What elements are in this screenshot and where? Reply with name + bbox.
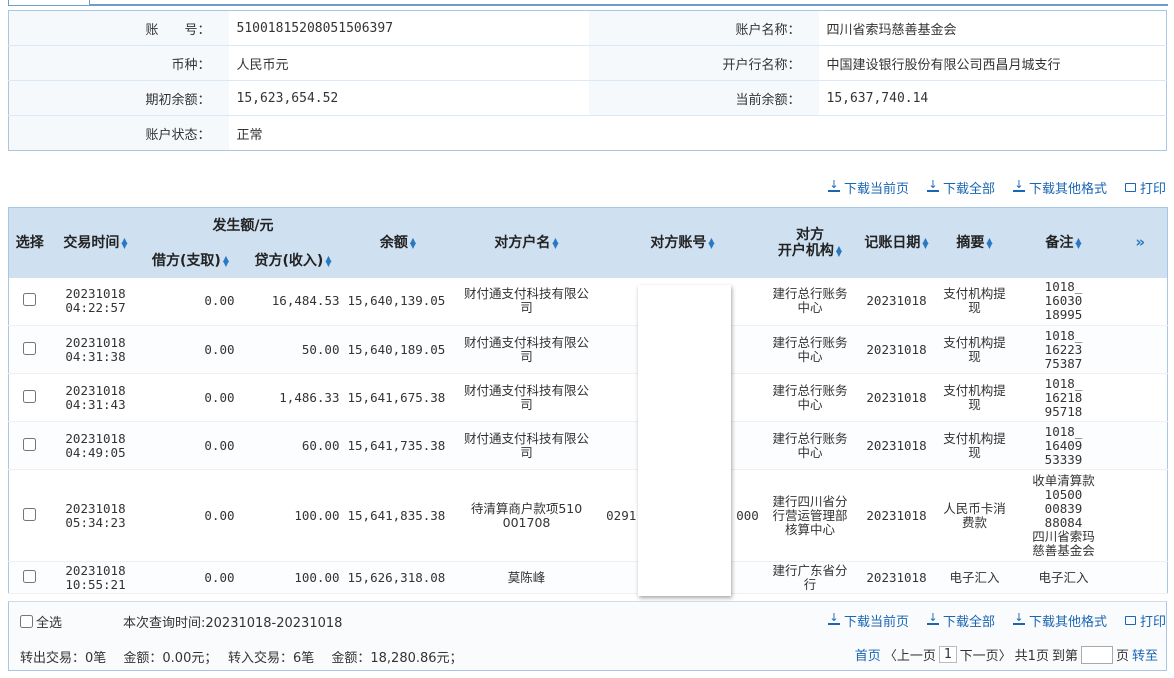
opening-balance-value: 15,623,654.52 [228,80,589,116]
query-time: 本次查询时间:20231018-20231018 [123,616,343,631]
table-row: 20231018 04:22:57 0.00 16,484.53 15,640,1… [8,277,1168,326]
current-balance-value: 15,637,740.14 [818,80,1167,116]
total-pages: 共1页 [1014,649,1049,664]
sort-icon: ▲ ▼ [986,235,993,250]
bank-name-label: 开户行名称： [588,45,819,81]
account-status-value: 正常 [236,127,263,143]
expand-columns-icon[interactable]: » [1113,207,1168,278]
download-icon [1012,612,1025,625]
goto-page-input[interactable] [1080,645,1113,664]
goto-label: 到第 [1051,649,1078,664]
table-row: 20231018 04:31:38 0.00 50.00 15,640,189.0… [8,325,1168,374]
printer-icon [1124,182,1136,192]
select-all-checkbox[interactable] [20,615,33,628]
sort-icon: ▲ ▼ [835,243,843,258]
download-all-link[interactable]: 下载全部 [926,178,995,197]
row-checkbox[interactable] [23,569,37,583]
current-page: 1 [938,646,957,663]
sort-icon: ▲ ▼ [222,253,229,268]
col-counterparty-bank[interactable]: 对方 开户机构 ▲ ▼ [762,207,858,278]
sort-icon: ▲ ▼ [121,235,128,250]
download-icon [926,179,939,192]
sort-icon: ▲ ▼ [1075,235,1082,250]
table-row: 20231018 04:31:43 0.00 1,486.33 15,641,67… [8,373,1168,422]
download-icon [827,179,840,192]
print-link[interactable]: 打印 [1124,611,1166,630]
sort-icon: ▲ ▼ [552,235,559,250]
row-checkbox[interactable] [23,341,37,355]
current-balance-label: 当前余额： [588,80,819,116]
bank-name-value: 中国建设银行股份有限公司西昌月城支行 [818,45,1167,81]
table-row: 20231018 10:55:21 0.00 100.00 15,626,318.… [8,561,1168,594]
download-icon [926,612,939,625]
account-status-label: 账户状态： [8,115,229,151]
account-no-value: 51001815208051506397 [228,10,589,46]
row-checkbox[interactable] [23,437,37,451]
download-other-formats-link[interactable]: 下载其他格式 [1012,611,1107,630]
transactions-table: 选择 交易时间 ▲ ▼ 发生额/元 余额 ▲ ▼ 对方户名 ▲ ▼ 对方账号 ▲ ▼ 对方 开户机… [8,207,1168,594]
col-select: 选择 [8,207,51,278]
sort-icon: ▲ ▼ [708,235,715,250]
col-counterparty-account[interactable]: 对方账号 ▲ ▼ [602,207,763,278]
download-toolbar-top: 下载当前页 下载全部 下载其他格式 打印 [827,178,1166,197]
print-link[interactable]: 打印 [1124,178,1166,197]
account-info-table: 账 号： 51001815208051506397 账户名称： 四川省索玛慈善基… [8,10,1167,151]
active-tab[interactable] [8,0,90,6]
col-counterparty-name[interactable]: 对方户名 ▲ ▼ [450,207,603,278]
row-checkbox[interactable] [23,507,37,521]
go-button[interactable]: 转至 [1132,645,1158,664]
account-name-value: 四川省索玛慈善基金会 [818,10,1167,46]
printer-icon [1124,615,1136,625]
download-all-link[interactable]: 下载全部 [926,611,995,630]
table-row: 20231018 05:34:23 0.00 100.00 15,641,835.… [8,469,1168,562]
download-current-page-link[interactable]: 下载当前页 [827,178,909,197]
tab-rule [90,4,1168,6]
opening-balance-label: 期初余额： [8,80,229,116]
col-time[interactable]: 交易时间 ▲ ▼ [50,207,141,278]
pagination: 首页 〈上一页 1 下一页〉 共1页 到第 页 转至 [855,645,1158,664]
sort-icon: ▲ ▼ [922,235,929,250]
sort-icon: ▲ ▼ [325,253,332,268]
currency-label: 币种： [8,45,229,81]
download-icon [1012,179,1025,192]
col-amount-group: 发生额/元 [140,207,346,244]
col-balance[interactable]: 余额 ▲ ▼ [345,207,451,278]
col-debit[interactable]: 借方(支取) ▲ ▼ [140,243,241,278]
top-tab-strip [0,0,1174,6]
download-other-formats-link[interactable]: 下载其他格式 [1012,178,1107,197]
download-toolbar-bottom: 下载当前页 下载全部 下载其他格式 打印 [827,611,1166,630]
prev-page-link[interactable]: 〈上一页 [884,645,936,664]
table-row: 20231018 04:49:05 0.00 60.00 15,641,735.3… [8,421,1168,470]
download-current-page-link[interactable]: 下载当前页 [827,611,909,630]
col-posting-date[interactable]: 记账日期 ▲ ▼ [857,207,936,278]
sort-icon: ▲ ▼ [409,235,417,250]
row-checkbox[interactable] [23,389,37,403]
transaction-summary: 转出交易：0笔 金额：0.00元； 转入交易：6笔 金额：18,280.86元； [20,651,463,666]
currency-value: 人民币元 [228,45,589,81]
page-unit-label: 页 [1115,649,1129,664]
col-remark[interactable]: 备注 ▲ ▼ [1013,207,1114,278]
redaction-overlay [638,285,731,596]
col-summary[interactable]: 摘要 ▲ ▼ [935,207,1014,278]
row-checkbox[interactable] [23,293,37,307]
select-all[interactable]: 全选 [20,612,62,631]
download-icon [827,612,840,625]
next-page-link[interactable]: 下一页〉 [960,645,1012,664]
account-name-label: 账户名称： [588,10,819,46]
first-page-link[interactable]: 首页 [855,645,881,664]
col-credit[interactable]: 贷方(收入) ▲ ▼ [240,243,346,278]
account-no-label: 账 号： [8,10,229,46]
